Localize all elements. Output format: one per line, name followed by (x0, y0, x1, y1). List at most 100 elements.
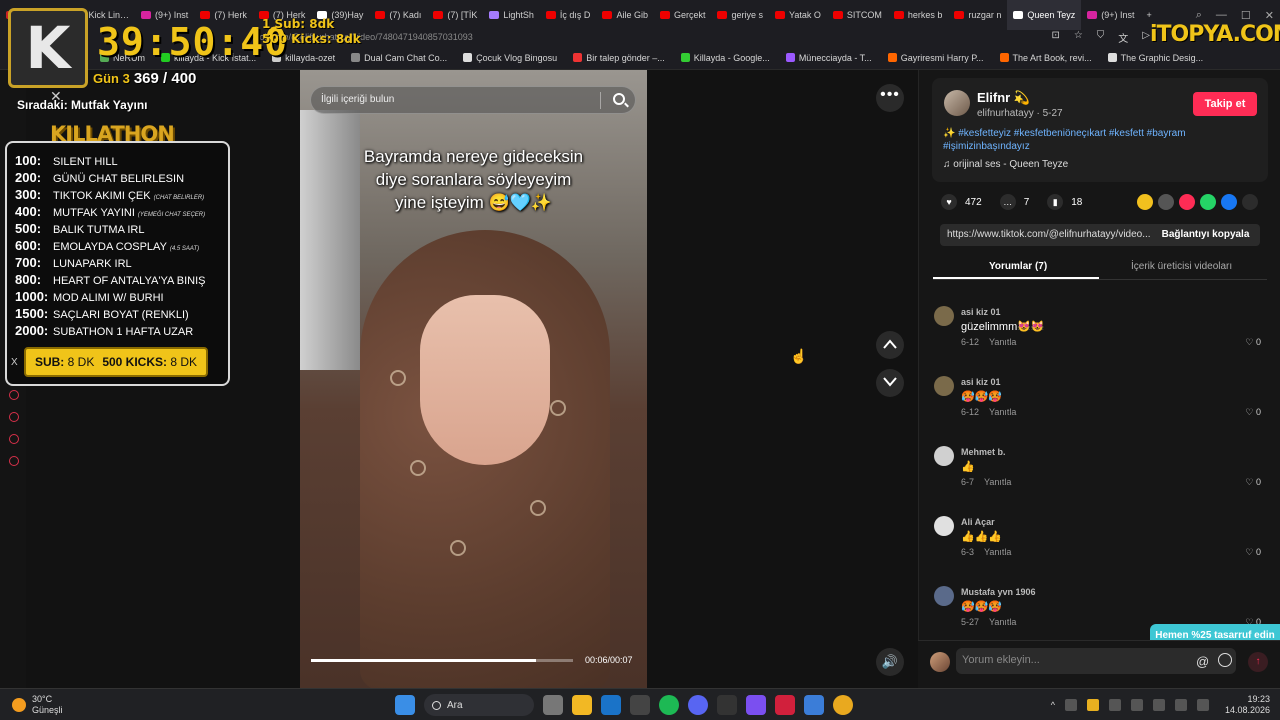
clock-icon[interactable] (9, 412, 19, 422)
comment-author[interactable]: Ali Açar (961, 517, 995, 527)
minimize-button[interactable]: — (1216, 9, 1227, 21)
bookmark-icon[interactable]: ▮ (1047, 194, 1064, 210)
comment-author[interactable]: Mustafa yvn 1906 (961, 587, 1036, 597)
shield-icon[interactable]: ⛉ (1097, 30, 1105, 45)
tray-app-icon[interactable] (1064, 699, 1077, 711)
video-progress-bar[interactable] (311, 659, 573, 662)
clock[interactable]: 19:23 14.08.2026 (1225, 694, 1270, 716)
video-search-input[interactable]: İlgili içeriği bulun (310, 86, 636, 114)
follow-button[interactable]: Takip et (1193, 92, 1257, 116)
post-sound[interactable]: ♫ orijinal ses - Queen Teyze (943, 159, 1068, 170)
browser-tab[interactable]: (9+) Inst (1081, 0, 1140, 30)
heart-icon[interactable]: ♥ (941, 194, 957, 210)
notepad-icon[interactable] (804, 695, 824, 715)
avatar[interactable] (934, 516, 954, 536)
battery-icon[interactable] (1196, 699, 1209, 711)
outlook-icon[interactable] (601, 695, 621, 715)
settings-icon[interactable] (9, 456, 19, 466)
copy-link-button[interactable]: Bağlantıyı kopyala (1151, 224, 1260, 246)
comment-like-button[interactable]: ♡ 0 (1245, 407, 1261, 418)
next-video-button[interactable] (876, 369, 904, 397)
reply-button[interactable]: Yanıtla (989, 407, 1016, 417)
send-button[interactable]: ↑ (1248, 652, 1268, 672)
share-icon[interactable] (1242, 194, 1258, 210)
comment-author[interactable]: Mehmet b. (961, 447, 1006, 457)
browser-tab[interactable]: (7) [TİK (427, 0, 483, 30)
file-explorer-icon[interactable] (572, 695, 592, 715)
comment-icon[interactable]: … (999, 194, 1016, 210)
comment-input[interactable]: Yorum ekleyin... (956, 648, 1236, 674)
bookmark-item[interactable]: Killayda - Google... (673, 53, 778, 63)
weather-widget[interactable]: 30°C Güneşli (12, 694, 63, 716)
opera-icon[interactable] (775, 695, 795, 715)
spotify-icon[interactable] (659, 695, 679, 715)
tray-gear-icon[interactable] (1108, 699, 1121, 711)
comment-like-button[interactable]: ♡ 0 (1245, 477, 1261, 488)
share-icon[interactable] (1179, 194, 1195, 210)
tray-folder-icon[interactable] (1086, 699, 1099, 711)
browser-tab[interactable]: geriye s (711, 0, 769, 30)
reply-button[interactable]: Yanıtla (989, 617, 1016, 627)
play-icon[interactable]: ▷ (1142, 30, 1150, 45)
more-options-button[interactable]: ••• (876, 84, 904, 112)
taskbar-search[interactable]: Ara (424, 694, 534, 716)
avatar[interactable] (934, 586, 954, 606)
reply-button[interactable]: Yanıtla (989, 337, 1016, 347)
browser-tab[interactable]: SITCOM (827, 0, 888, 30)
comment-like-button[interactable]: ♡ 0 (1245, 547, 1261, 558)
app-icon[interactable] (717, 695, 737, 715)
task-view-icon[interactable] (543, 695, 563, 715)
bookmark-item[interactable]: The Graphic Desig... (1100, 53, 1212, 63)
discord-icon[interactable] (688, 695, 708, 715)
bookmark-item[interactable]: The Art Book, revi... (992, 53, 1100, 63)
bookmark-item[interactable]: Gayriresmi Harry P... (880, 53, 992, 63)
share-icon[interactable] (1158, 194, 1174, 210)
avatar[interactable] (934, 376, 954, 396)
reply-button[interactable]: Yanıtla (984, 547, 1011, 557)
start-icon[interactable] (395, 695, 415, 715)
browser-tab[interactable]: herkes b (888, 0, 949, 30)
bookmark-item[interactable]: Bir talep gönder –... (565, 53, 673, 63)
comment-like-button[interactable]: ♡ 0 (1245, 337, 1261, 348)
translate-icon[interactable]: 文 (1118, 30, 1128, 45)
avatar[interactable] (934, 306, 954, 326)
comment-author[interactable]: asi kiz 01 (961, 307, 1001, 317)
post-hashtags[interactable]: ✨ #kesfetteyiz #kesfetbeniöneçıkart #kes… (943, 127, 1263, 153)
microphone-icon[interactable] (1130, 699, 1143, 711)
browser-tab[interactable]: Gerçekt (654, 0, 712, 30)
record-icon[interactable] (9, 390, 19, 400)
share-icon[interactable] (1221, 194, 1237, 210)
browser-tab[interactable]: LightSh (483, 0, 540, 30)
comment-author[interactable]: asi kiz 01 (961, 377, 1001, 387)
browser-tab[interactable]: Aile Gib (596, 0, 654, 30)
bookmark-item[interactable]: Münecciayda - T... (778, 53, 880, 63)
browser-tab[interactable]: İç dış D (540, 0, 597, 30)
bookmark-item[interactable]: Dual Cam Chat Co... (343, 53, 455, 63)
star-icon[interactable]: ☆ (1074, 30, 1083, 45)
maximize-button[interactable]: ☐ (1241, 9, 1251, 22)
tab-comments[interactable]: Yorumlar (7) (989, 261, 1047, 272)
browser-tab[interactable]: (7) Kadı (369, 0, 427, 30)
speaker-icon[interactable] (1174, 699, 1187, 711)
search-icon[interactable] (613, 93, 625, 105)
share-icon[interactable] (1137, 194, 1153, 210)
reply-button[interactable]: Yanıtla (984, 477, 1011, 487)
emoji-icon[interactable] (1218, 653, 1232, 667)
bookmark-item[interactable]: Çocuk Vlog Bingosu (455, 53, 565, 63)
mention-icon[interactable]: @ (1196, 654, 1209, 669)
chrome-icon[interactable] (833, 695, 853, 715)
search-tabs-icon[interactable]: ⌕ (1196, 9, 1202, 22)
previous-video-button[interactable] (876, 331, 904, 359)
close-window-button[interactable]: ✕ (1265, 9, 1274, 22)
chevron-up-icon[interactable]: ^ (1051, 700, 1055, 710)
tab-creator-videos[interactable]: İçerik üreticisi videoları (1131, 261, 1232, 272)
wifi-icon[interactable] (1152, 699, 1165, 711)
volume-button[interactable]: 🔊 (876, 648, 904, 676)
browser-tab[interactable]: Yatak O (769, 0, 827, 30)
pin-icon[interactable]: ⊡ (1051, 30, 1059, 45)
obs-icon[interactable] (630, 695, 650, 715)
browser-tab[interactable]: ruzgar n (948, 0, 1007, 30)
author-name[interactable]: Elifnr 💫 (977, 90, 1030, 106)
avatar[interactable] (934, 446, 954, 466)
share-icon[interactable] (1200, 194, 1216, 210)
